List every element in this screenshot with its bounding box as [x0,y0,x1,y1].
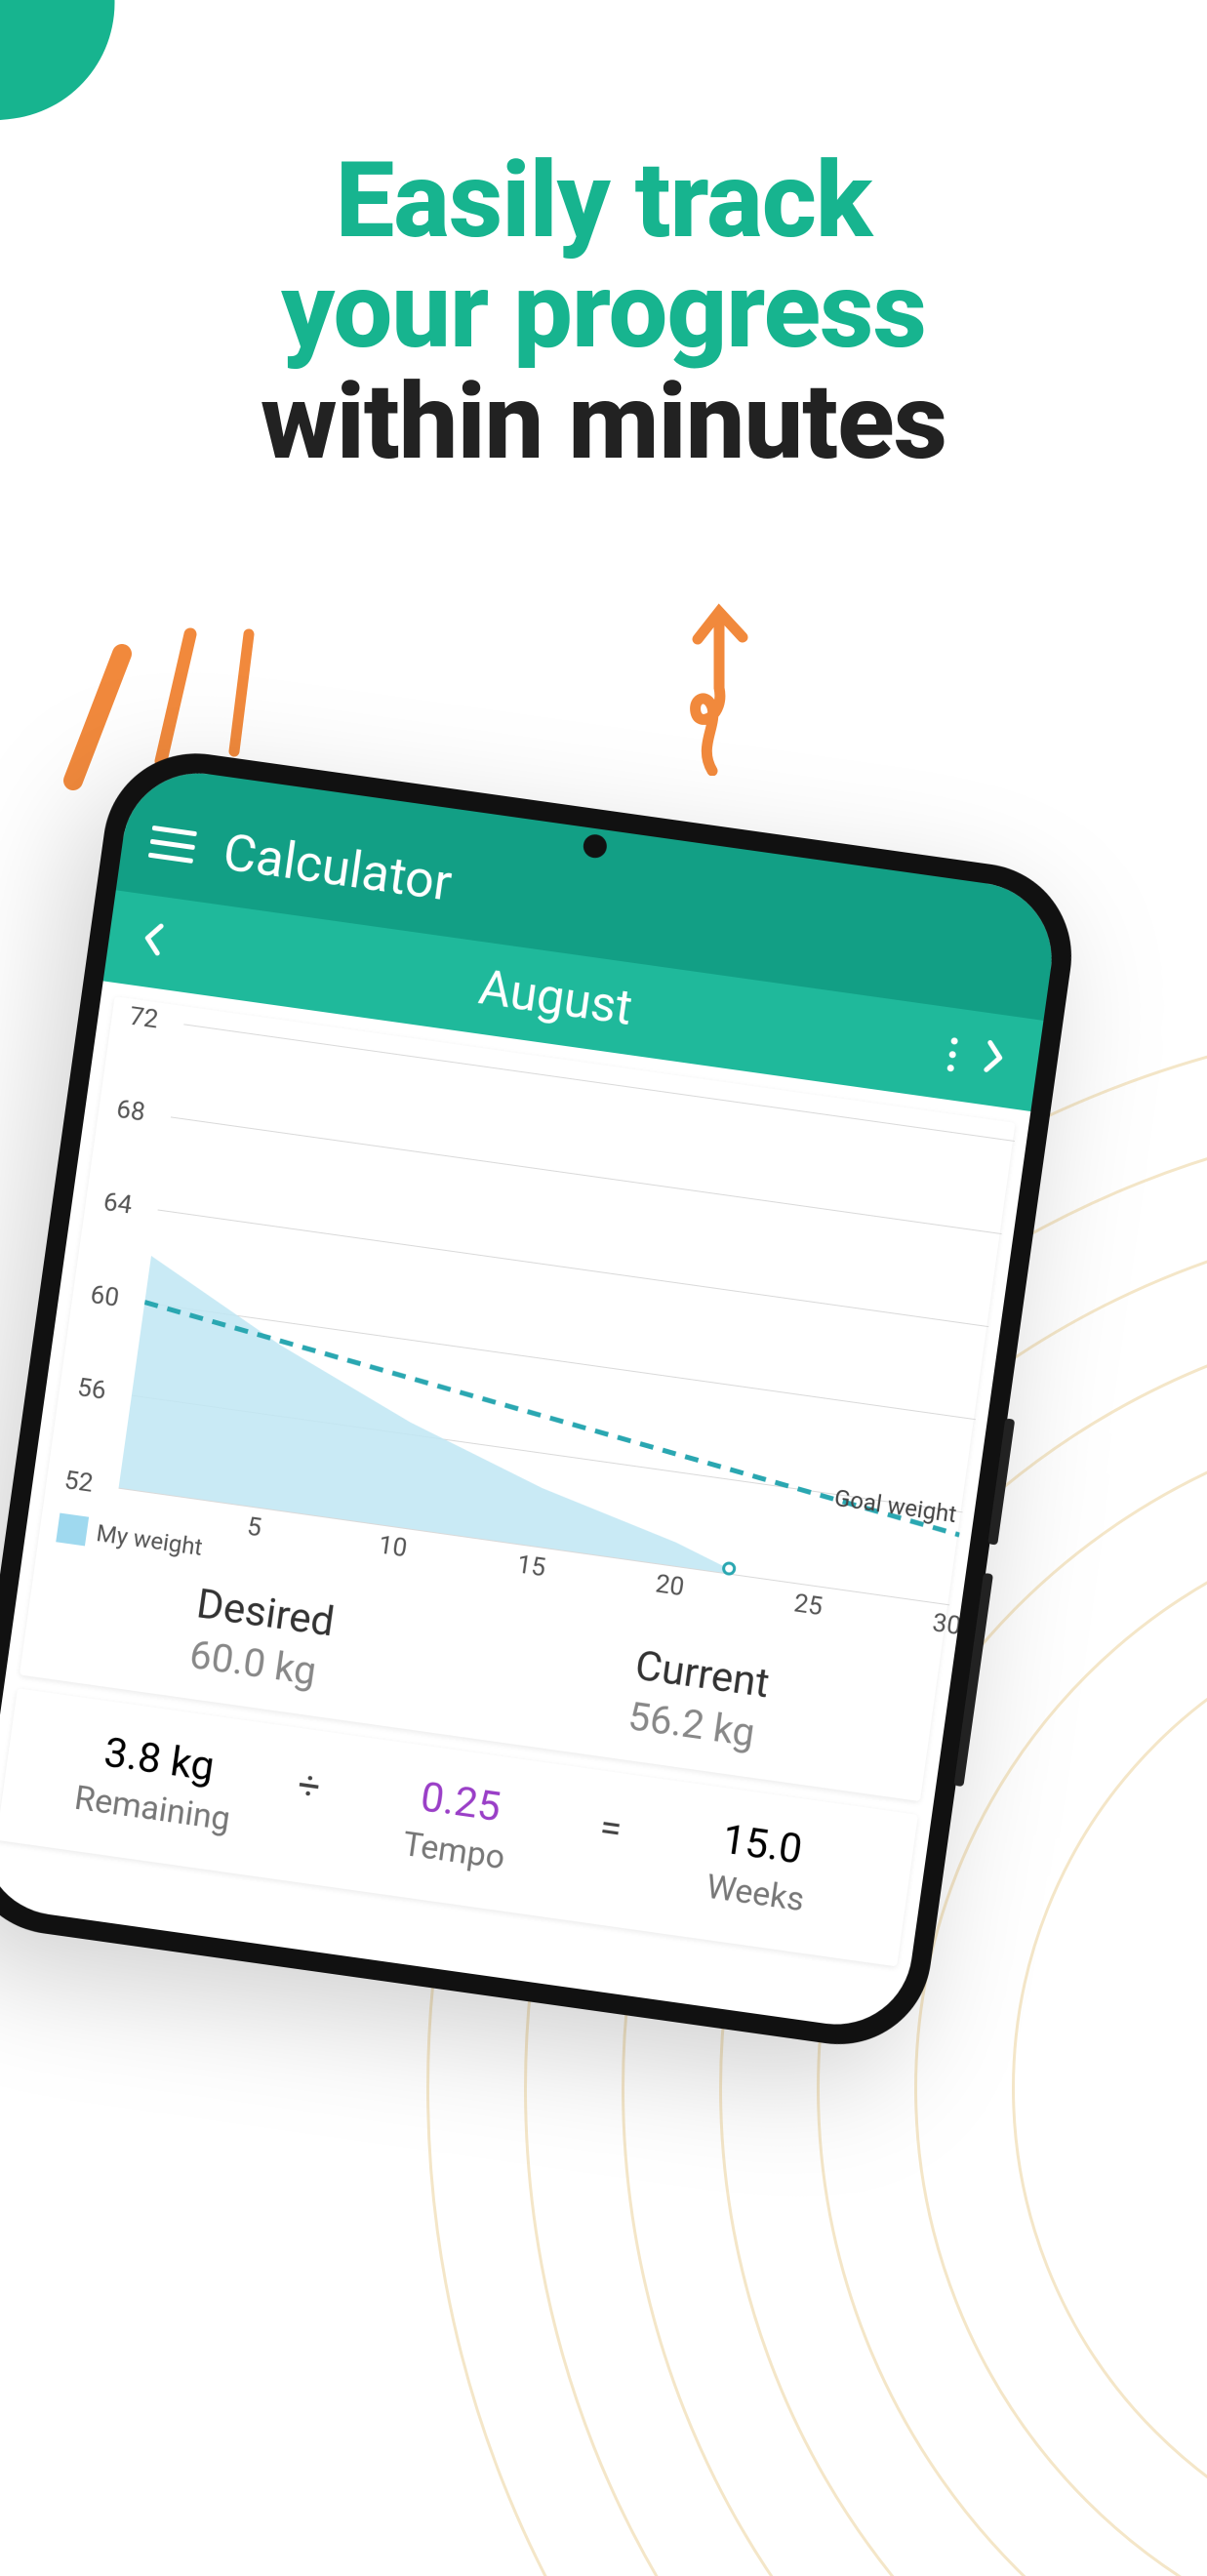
month-label: August [475,959,635,1036]
chevron-right-icon [982,1038,1008,1076]
prev-month-button[interactable] [129,913,175,969]
headline-line2: your progress [0,257,1207,367]
sketch-arrow-icon [639,600,785,776]
next-month-button[interactable] [972,1032,1018,1088]
y-tick: 68 [114,1095,146,1128]
x-tick: 20 [654,1569,686,1602]
x-tick: 25 [792,1589,825,1622]
promo-headline: Easily track your progress within minute… [0,146,1207,478]
y-tick: 64 [101,1187,134,1221]
chart-card: 525660646872Goal weight 51015202530 My w… [20,996,1016,1801]
x-tick: 5 [245,1512,263,1544]
x-tick: 15 [515,1550,547,1583]
more-menu-icon[interactable] [946,1036,958,1071]
weeks-col: 15.0 Weeks [622,1802,898,1931]
x-tick: 10 [377,1530,409,1563]
y-tick: 56 [75,1373,107,1406]
chevron-left-icon [140,920,166,958]
legend-swatch [56,1513,89,1547]
y-tick: 72 [128,1002,160,1035]
app-title: Calculator [220,823,456,913]
headline-line1: Easily track [0,146,1207,257]
x-tick: 30 [931,1608,963,1641]
decorative-corner [0,0,125,125]
y-tick: 60 [89,1280,121,1313]
hamburger-menu-icon[interactable] [148,825,197,864]
headline-line3: within minutes [0,368,1207,478]
remaining-col: 3.8 kg Remaining [19,1717,295,1846]
y-tick: 52 [62,1466,95,1499]
desired-stat: Desired 60.0 kg [187,1580,338,1696]
tempo-col[interactable]: 0.25 Tempo [320,1760,596,1889]
current-stat: Current 56.2 kg [625,1641,772,1756]
